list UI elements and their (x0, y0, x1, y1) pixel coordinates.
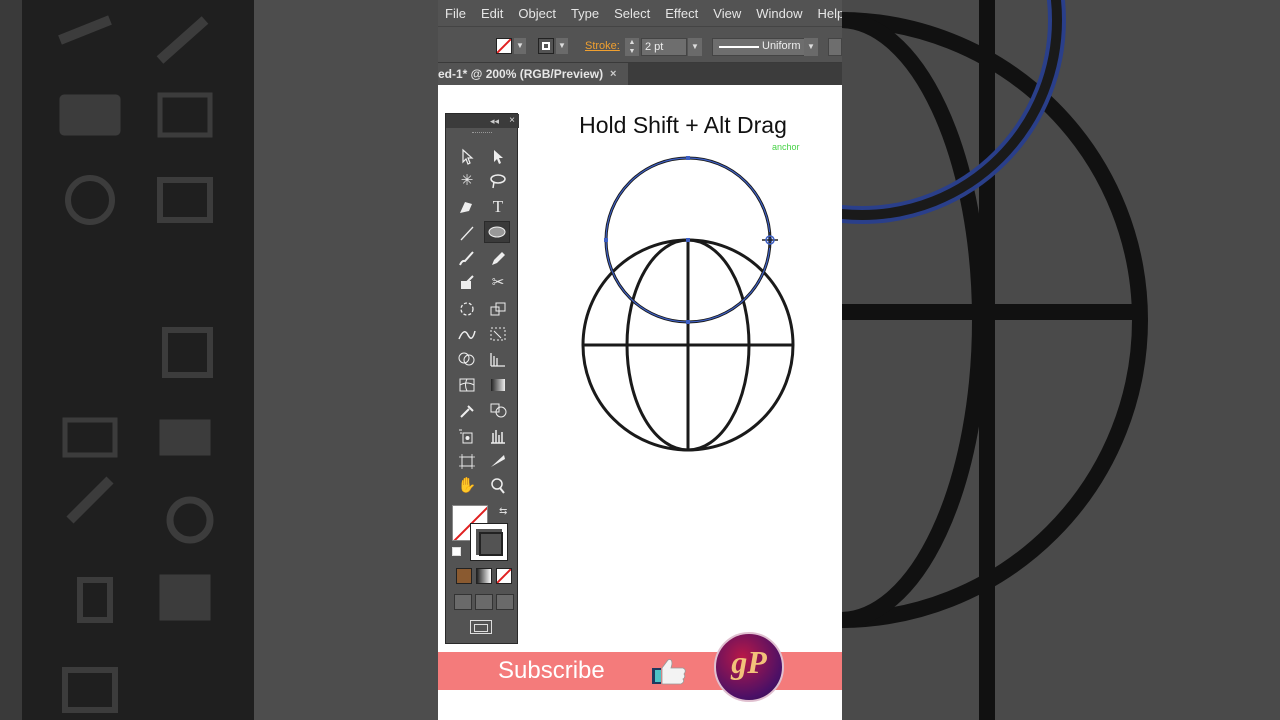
blob-brush-tool-icon[interactable] (454, 272, 480, 294)
subscribe-banner: Subscribe gP (438, 632, 842, 702)
lasso-tool-icon[interactable] (485, 170, 511, 192)
background-left-blur (0, 0, 438, 720)
draw-normal-button[interactable] (454, 594, 472, 610)
panel-grip[interactable] (472, 132, 492, 135)
thumbs-up-icon (652, 659, 686, 685)
eyedropper-tool-icon[interactable] (454, 399, 480, 421)
swap-colors-icon[interactable]: ⇆ (499, 506, 507, 517)
draw-inside-button[interactable] (496, 594, 514, 610)
blurred-tools-image (58, 15, 214, 713)
column-graph-tool-icon[interactable] (485, 425, 511, 447)
hand-tool-icon[interactable]: ✋ (454, 475, 480, 497)
scale-tool-icon[interactable] (485, 298, 511, 320)
tools-panel: ◂◂ × ✳ T ✂ ✋ ⇆ (445, 113, 519, 644)
free-transform-tool-icon[interactable] (485, 323, 511, 345)
direct-selection-tool-icon[interactable] (485, 145, 511, 167)
warp-tool-icon[interactable] (454, 323, 480, 345)
illustrator-video-frame: File Edit Object Type Select Effect View… (438, 0, 842, 720)
zoom-tool-icon[interactable] (485, 475, 511, 497)
selection-tool-icon[interactable] (454, 145, 480, 167)
symbol-sprayer-tool-icon[interactable] (454, 425, 480, 447)
ellipse-tool-icon[interactable] (484, 221, 510, 243)
type-tool-icon[interactable]: T (485, 196, 511, 218)
close-icon[interactable]: × (509, 114, 515, 128)
slice-tool-icon[interactable] (485, 450, 511, 472)
artboard-tool-icon[interactable] (454, 450, 480, 472)
stroke-swatch[interactable] (470, 523, 508, 561)
blurred-globe-image (842, 0, 1148, 720)
line-segment-tool-icon[interactable] (454, 222, 480, 244)
default-colors-icon[interactable] (452, 547, 461, 556)
channel-logo: gP (714, 632, 784, 702)
paintbrush-tool-icon[interactable] (454, 247, 480, 269)
scissors-tool-icon[interactable]: ✂ (485, 272, 511, 294)
collapse-icon[interactable]: ◂◂ (490, 114, 499, 128)
magic-wand-tool-icon[interactable]: ✳ (454, 170, 480, 192)
mesh-tool-icon[interactable] (454, 374, 480, 396)
shape-builder-tool-icon[interactable] (454, 348, 480, 370)
color-mode-button[interactable] (456, 568, 472, 584)
pen-tool-icon[interactable] (454, 196, 480, 218)
none-mode-button[interactable] (496, 568, 512, 584)
blend-tool-icon[interactable] (485, 399, 511, 421)
logo-monogram: gP (731, 644, 767, 680)
gradient-tool-icon[interactable] (485, 374, 511, 396)
pencil-tool-icon[interactable] (485, 247, 511, 269)
background-right-blur (842, 0, 1280, 720)
draw-behind-button[interactable] (475, 594, 493, 610)
gradient-mode-button[interactable] (476, 568, 492, 584)
smart-guide-anchor-label: anchor (772, 142, 800, 152)
tools-panel-header[interactable]: ◂◂ × (446, 114, 519, 128)
rotate-tool-icon[interactable] (454, 298, 480, 320)
subscribe-label[interactable]: Subscribe (498, 657, 605, 685)
screen-mode-icon[interactable] (470, 620, 492, 634)
perspective-grid-tool-icon[interactable] (485, 348, 511, 370)
